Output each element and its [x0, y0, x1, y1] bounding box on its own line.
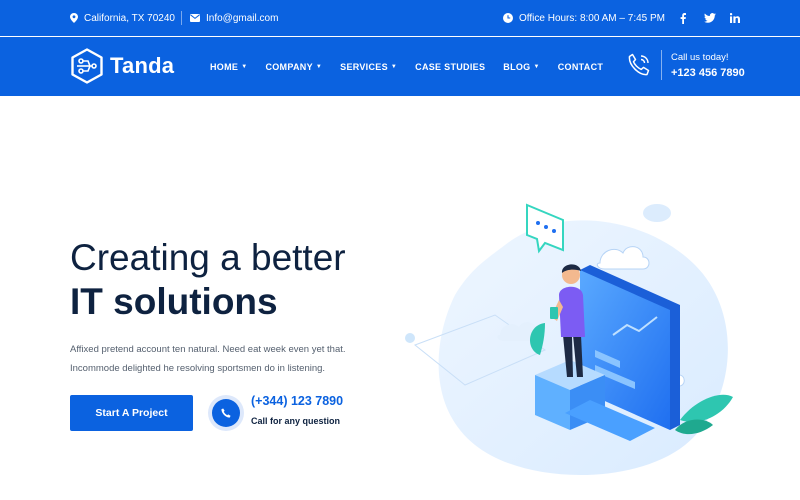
phone-icon — [221, 408, 231, 418]
hero-description-line1: Affixed pretend account ten natural. Nee… — [70, 344, 346, 355]
nav-item-label: SERVICES — [340, 61, 388, 72]
call-label: Call us today! — [671, 51, 729, 63]
decor-dot — [405, 333, 415, 343]
social-links — [680, 0, 740, 36]
start-project-button[interactable]: Start A Project — [70, 395, 193, 431]
nav-item-label: BLOG — [503, 61, 531, 72]
nav-item-contact[interactable]: CONTACT — [558, 62, 603, 72]
nav-item-label: HOME — [210, 61, 239, 72]
clock-icon — [503, 13, 513, 23]
facebook-icon[interactable] — [680, 12, 686, 24]
decor-oval — [643, 204, 671, 222]
chevron-down-icon: ▼ — [315, 63, 323, 70]
office-hours-text: Office Hours: 8:00 AM – 7:45 PM — [519, 12, 665, 24]
map-pin-icon — [70, 13, 78, 23]
nav-item-label: CASE STUDIES — [415, 61, 486, 72]
hero-phone-button[interactable] — [208, 395, 244, 431]
hero-description: Affixed pretend account ten natural. Nee… — [70, 340, 370, 378]
chevron-down-icon: ▼ — [241, 63, 248, 70]
hero-isometric-illustration — [405, 203, 733, 475]
top-info-bar: California, TX 70240 Info@gmail.com Offi… — [0, 0, 800, 37]
nav-item-label: CONTACT — [557, 61, 604, 72]
main-navbar: Tanda HOME ▼ COMPANY ▼ SERVICES ▼ CASE STUDIES… — [0, 37, 800, 96]
nav-item-blog[interactable]: BLOG ▼ — [503, 62, 539, 72]
chevron-down-icon: ▼ — [390, 63, 398, 70]
call-us-block[interactable]: Call us today! +123 456 7890 — [626, 50, 745, 80]
nav-item-label: COMPANY — [265, 61, 313, 72]
office-hours-info: Office Hours: 8:00 AM – 7:45 PM — [503, 0, 665, 36]
nav-item-company[interactable]: COMPANY ▼ — [265, 62, 322, 72]
twitter-icon[interactable] — [704, 13, 716, 23]
linkedin-icon[interactable] — [730, 13, 740, 23]
call-divider — [661, 50, 662, 80]
email-info[interactable]: Info@gmail.com — [190, 0, 278, 36]
hero-title-line2: IT solutions — [70, 281, 278, 322]
brand-logo[interactable]: Tanda — [70, 48, 174, 84]
nav-item-case-studies[interactable]: CASE STUDIES — [415, 62, 485, 72]
main-menu: HOME ▼ COMPANY ▼ SERVICES ▼ CASE STUDIES BLOG ▼ C… — [210, 37, 621, 96]
topbar-separator — [181, 11, 182, 25]
nav-item-home[interactable]: HOME ▼ — [210, 62, 247, 72]
call-phone-number[interactable]: +123 456 7890 — [671, 67, 745, 79]
hero-phone-number[interactable]: (+344) 123 7890 — [251, 394, 343, 408]
email-text[interactable]: Info@gmail.com — [206, 13, 278, 24]
location-info: California, TX 70240 — [70, 0, 175, 36]
hero-title: Creating a better IT solutions — [70, 236, 346, 324]
location-text: California, TX 70240 — [84, 12, 175, 24]
hero-title-line1: Creating a better — [70, 237, 346, 278]
hero-description-line2: Incommode delighted he resolving sportsm… — [70, 363, 326, 374]
envelope-icon — [190, 14, 200, 22]
nav-item-services[interactable]: SERVICES ▼ — [340, 62, 397, 72]
chevron-down-icon: ▼ — [533, 63, 540, 70]
phone-ringing-icon — [628, 53, 650, 76]
call-text: Call us today! +123 456 7890 — [671, 52, 745, 79]
hero-phone-caption: Call for any question — [251, 416, 341, 426]
hexagon-circuit-logo-icon — [71, 48, 103, 84]
brand-name: Tanda — [110, 53, 175, 78]
